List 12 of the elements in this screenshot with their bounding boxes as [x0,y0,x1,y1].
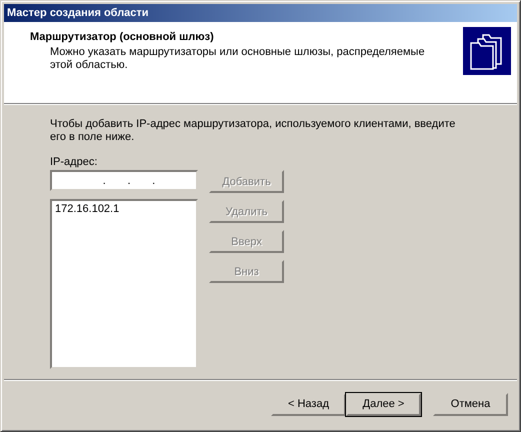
page-title: Маршрутизатор (основной шлюз) [30,31,215,43]
nav-button[interactable]: Далее > [346,392,421,416]
nav-button[interactable]: Отмена [433,392,508,416]
address-item[interactable]: 172.16.102.1 [54,203,194,215]
window-title: Мастер создания области [7,7,149,19]
instruction-text: Чтобы добавить IP-адрес маршрутизатора, используемого клиентами, введите его в поле ниже. [50,118,456,144]
address-list[interactable]: 172.16.102.1 [50,199,198,369]
ip-address-field[interactable]: . . . [50,170,198,191]
folders-icon [463,27,511,75]
ip-address-label: IP-адрес: [50,156,98,168]
nav-button[interactable]: < Назад [271,392,346,416]
page-description: Можно указать маршрутизаторы или основные шлюзы, распределяемые этой областью. [49,46,426,72]
